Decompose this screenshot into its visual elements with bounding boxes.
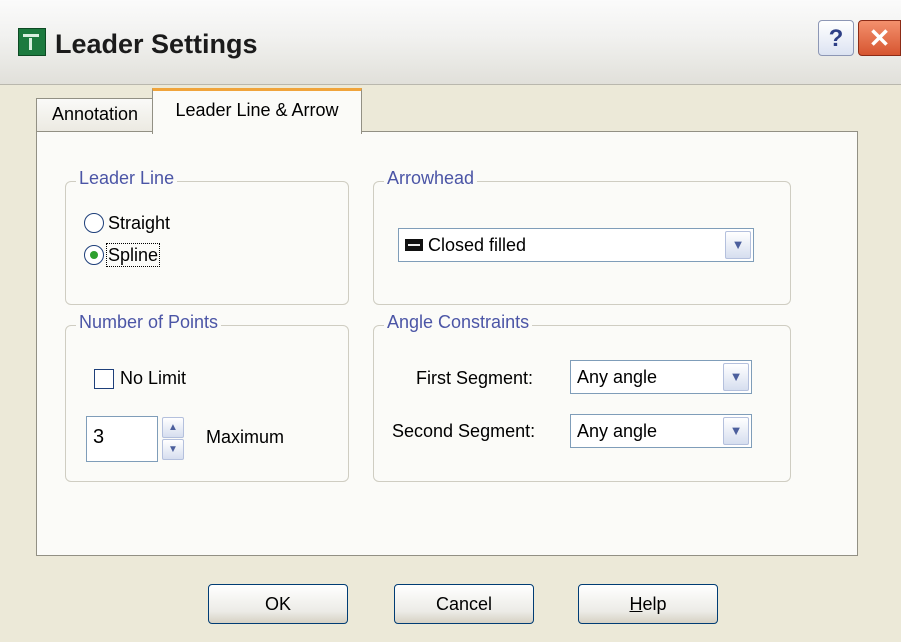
leader-line-group-label: Leader Line [76, 168, 178, 189]
help-title-button[interactable]: ? [818, 20, 854, 56]
second-segment-label: Second Segment: [392, 421, 536, 441]
spline-radio[interactable] [84, 245, 104, 266]
straight-label: Straight [108, 212, 171, 233]
maximum-points-input[interactable]: 3 [86, 416, 158, 462]
spline-label: Spline [105, 242, 161, 267]
closed-filled-arrow-icon [405, 239, 423, 252]
arrowhead-select[interactable]: Closed filled ▼ [398, 228, 754, 262]
spline-radio-option[interactable]: Spline [84, 242, 161, 267]
cancel-button[interactable]: Cancel [394, 584, 534, 624]
straight-radio-option[interactable]: Straight [84, 212, 170, 234]
app-icon [18, 28, 46, 56]
number-of-points-group: Number of Points No Limit 3 ▲ ▼ Maximum [65, 312, 349, 482]
angle-constraints-group: Angle Constraints First Segment: Any ang… [373, 312, 791, 482]
first-segment-select[interactable]: Any angle ▼ [570, 360, 752, 394]
close-button[interactable]: ✕ [858, 20, 901, 56]
chevron-down-icon[interactable]: ▼ [725, 231, 751, 259]
leader-line-group: Leader Line Straight Spline [65, 168, 349, 305]
arrowhead-select-value-wrap: Closed filled [405, 229, 526, 261]
leader-settings-dialog: Leader Settings ? ✕ Annotation Leader Li… [0, 0, 901, 642]
second-segment-select[interactable]: Any angle ▼ [570, 414, 752, 448]
spin-down-icon[interactable]: ▼ [162, 439, 184, 460]
first-segment-label: First Segment: [416, 368, 534, 388]
arrowhead-select-value: Closed filled [428, 235, 527, 255]
straight-radio[interactable] [84, 213, 104, 234]
arrowhead-group-label: Arrowhead [384, 168, 478, 189]
help-button[interactable]: Help [578, 584, 718, 624]
first-segment-select-value: Any angle [577, 367, 658, 387]
chevron-down-icon[interactable]: ▼ [723, 363, 749, 391]
no-limit-label: No Limit [120, 368, 187, 388]
no-limit-option[interactable]: No Limit [94, 368, 187, 390]
ok-button[interactable]: OK [208, 584, 348, 624]
spin-up-icon[interactable]: ▲ [162, 417, 184, 438]
arrowhead-group: Arrowhead Closed filled ▼ [373, 168, 791, 305]
second-segment-select-value: Any angle [577, 421, 658, 441]
chevron-down-icon[interactable]: ▼ [723, 417, 749, 445]
title-bar: Leader Settings ? ✕ [0, 0, 901, 85]
angle-constraints-group-label: Angle Constraints [384, 312, 533, 333]
tab-leader-line-arrow[interactable]: Leader Line & Arrow [152, 88, 362, 134]
maximum-label: Maximum [206, 427, 285, 447]
dialog-title: Leader Settings [55, 29, 258, 59]
tab-annotation[interactable]: Annotation [36, 98, 154, 131]
tab-panel: Leader Line Straight Spline Arrowhead Cl… [36, 131, 858, 556]
no-limit-checkbox[interactable] [94, 369, 114, 390]
number-of-points-group-label: Number of Points [76, 312, 222, 333]
